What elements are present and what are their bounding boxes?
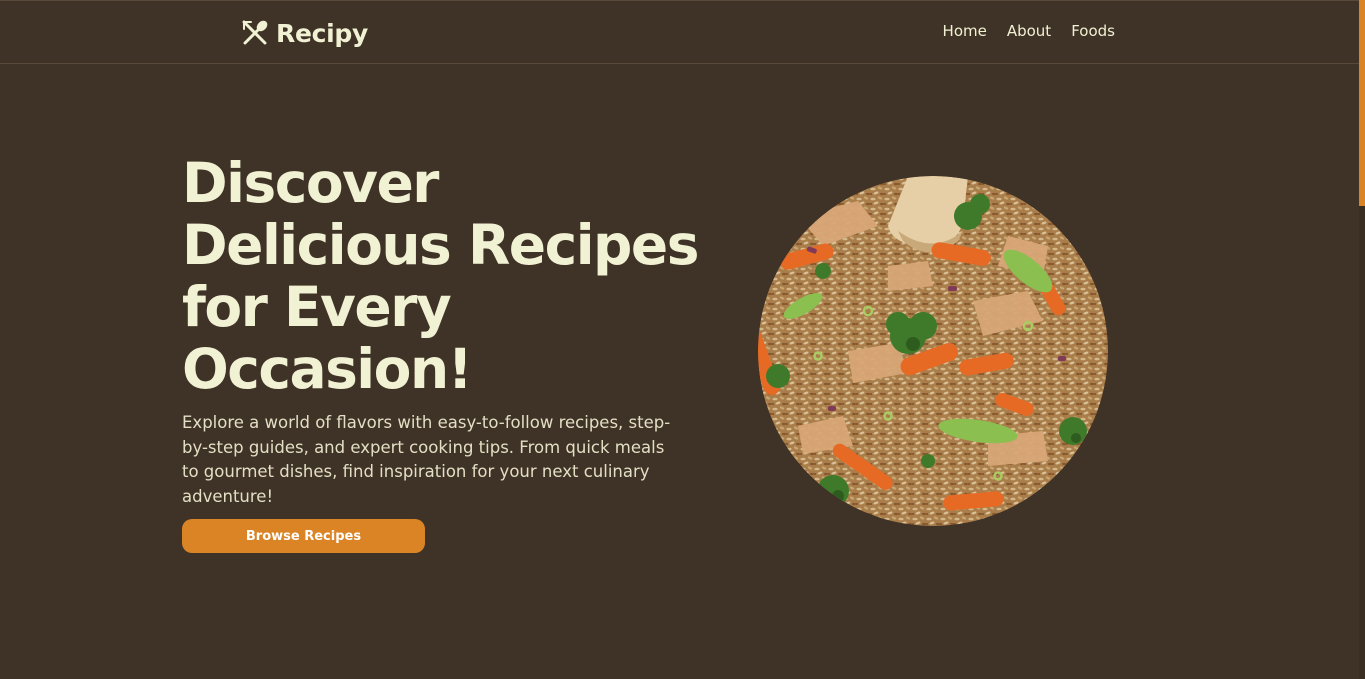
nav-link-foods[interactable]: Foods	[1071, 22, 1115, 40]
navbar: Recipy Home About Foods	[0, 0, 1359, 64]
browse-recipes-button[interactable]: Browse Recipes	[182, 519, 425, 553]
hero-description: Explore a world of flavors with easy-to-…	[182, 413, 671, 506]
brand-name: Recipy	[276, 18, 368, 48]
scrollbar-track[interactable]	[1359, 0, 1365, 679]
scrollbar-thumb[interactable]	[1359, 0, 1365, 206]
nav-link-home[interactable]: Home	[943, 22, 987, 40]
utensils-crossed-icon	[242, 20, 268, 45]
nav-link-about[interactable]: About	[1007, 22, 1051, 40]
hero-title: Discover Delicious Recipes for Every Occ…	[182, 151, 699, 401]
nav-links: Home About Foods	[943, 22, 1115, 40]
fried-rice-photo	[758, 176, 1108, 526]
brand-logo[interactable]: Recipy	[241, 17, 368, 49]
